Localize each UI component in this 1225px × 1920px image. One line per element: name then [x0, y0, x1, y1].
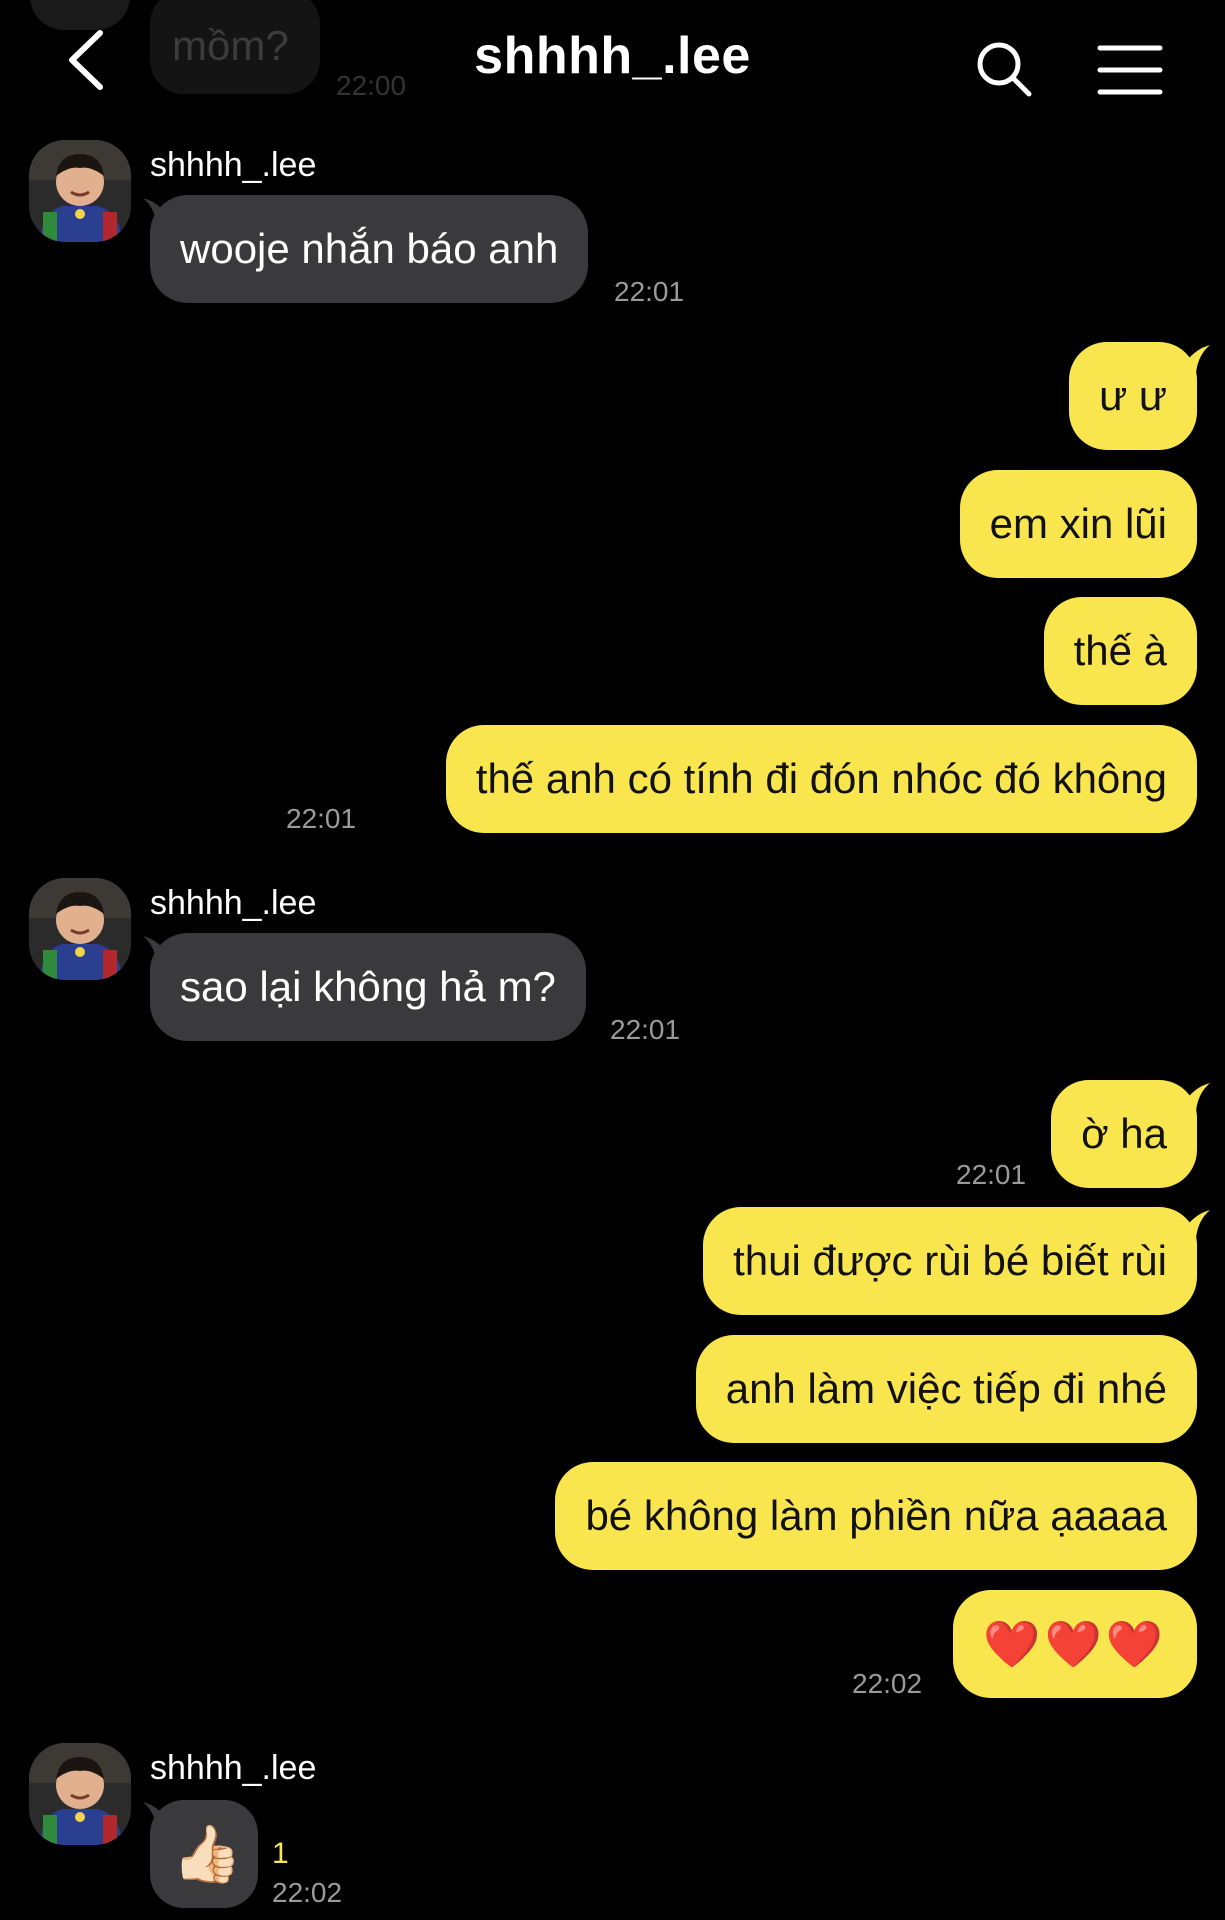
avatar[interactable]	[29, 140, 131, 242]
message-time: 22:01	[610, 1014, 681, 1045]
thumbs-up-emoji: 👍🏻	[172, 1822, 242, 1885]
message-time: 22:01	[956, 1159, 1027, 1190]
sender-name: shhhh_.lee	[150, 146, 317, 184]
message-time: 22:02	[272, 1877, 343, 1908]
chat-screen: mồm? 22:00 shhhh_.lee shhhh_.lee wooje n…	[0, 0, 1225, 1920]
message-bubble-outgoing[interactable]: thế à	[1043, 597, 1197, 705]
menu-button[interactable]	[1095, 40, 1165, 100]
unread-count: 1	[272, 1837, 289, 1870]
search-icon	[977, 42, 1032, 97]
sender-name: shhhh_.lee	[150, 884, 317, 922]
message-bubble-incoming[interactable]: sao lại không hả m?	[150, 933, 586, 1041]
avatar[interactable]	[29, 1743, 131, 1845]
sender-name: shhhh_.lee	[150, 1749, 317, 1787]
message-bubble-outgoing[interactable]: ư ư	[1069, 342, 1197, 450]
message-time: 22:01	[286, 803, 357, 834]
profile-photo	[29, 878, 131, 980]
emoji-message-bubble[interactable]: 👍🏻	[150, 1800, 258, 1908]
message-bubble-incoming[interactable]: wooje nhắn báo anh	[150, 195, 589, 303]
search-button[interactable]	[975, 40, 1035, 100]
message-bubble-outgoing[interactable]: thế anh có tính đi đón nhóc đó không	[445, 725, 1197, 833]
message-bubble-outgoing[interactable]: em xin lũi	[959, 470, 1197, 578]
message-bubble-outgoing[interactable]: thui được rùi bé biết rùi	[703, 1207, 1197, 1315]
message-time: 22:02	[852, 1668, 923, 1699]
chat-title: shhhh_.lee	[474, 27, 751, 85]
avatar[interactable]	[29, 878, 131, 980]
profile-photo	[29, 140, 131, 242]
message-bubble-outgoing[interactable]: anh làm việc tiếp đi nhé	[695, 1335, 1197, 1443]
message-time: 22:01	[614, 276, 685, 307]
message-bubble-outgoing[interactable]: ờ ha	[1051, 1080, 1197, 1188]
message-bubble-outgoing[interactable]: ❤️❤️❤️	[953, 1590, 1197, 1698]
profile-photo	[29, 1743, 131, 1845]
message-bubble-outgoing[interactable]: bé không làm phiền nữa ạaaaa	[555, 1462, 1197, 1570]
hamburger-menu-icon	[1097, 45, 1163, 95]
